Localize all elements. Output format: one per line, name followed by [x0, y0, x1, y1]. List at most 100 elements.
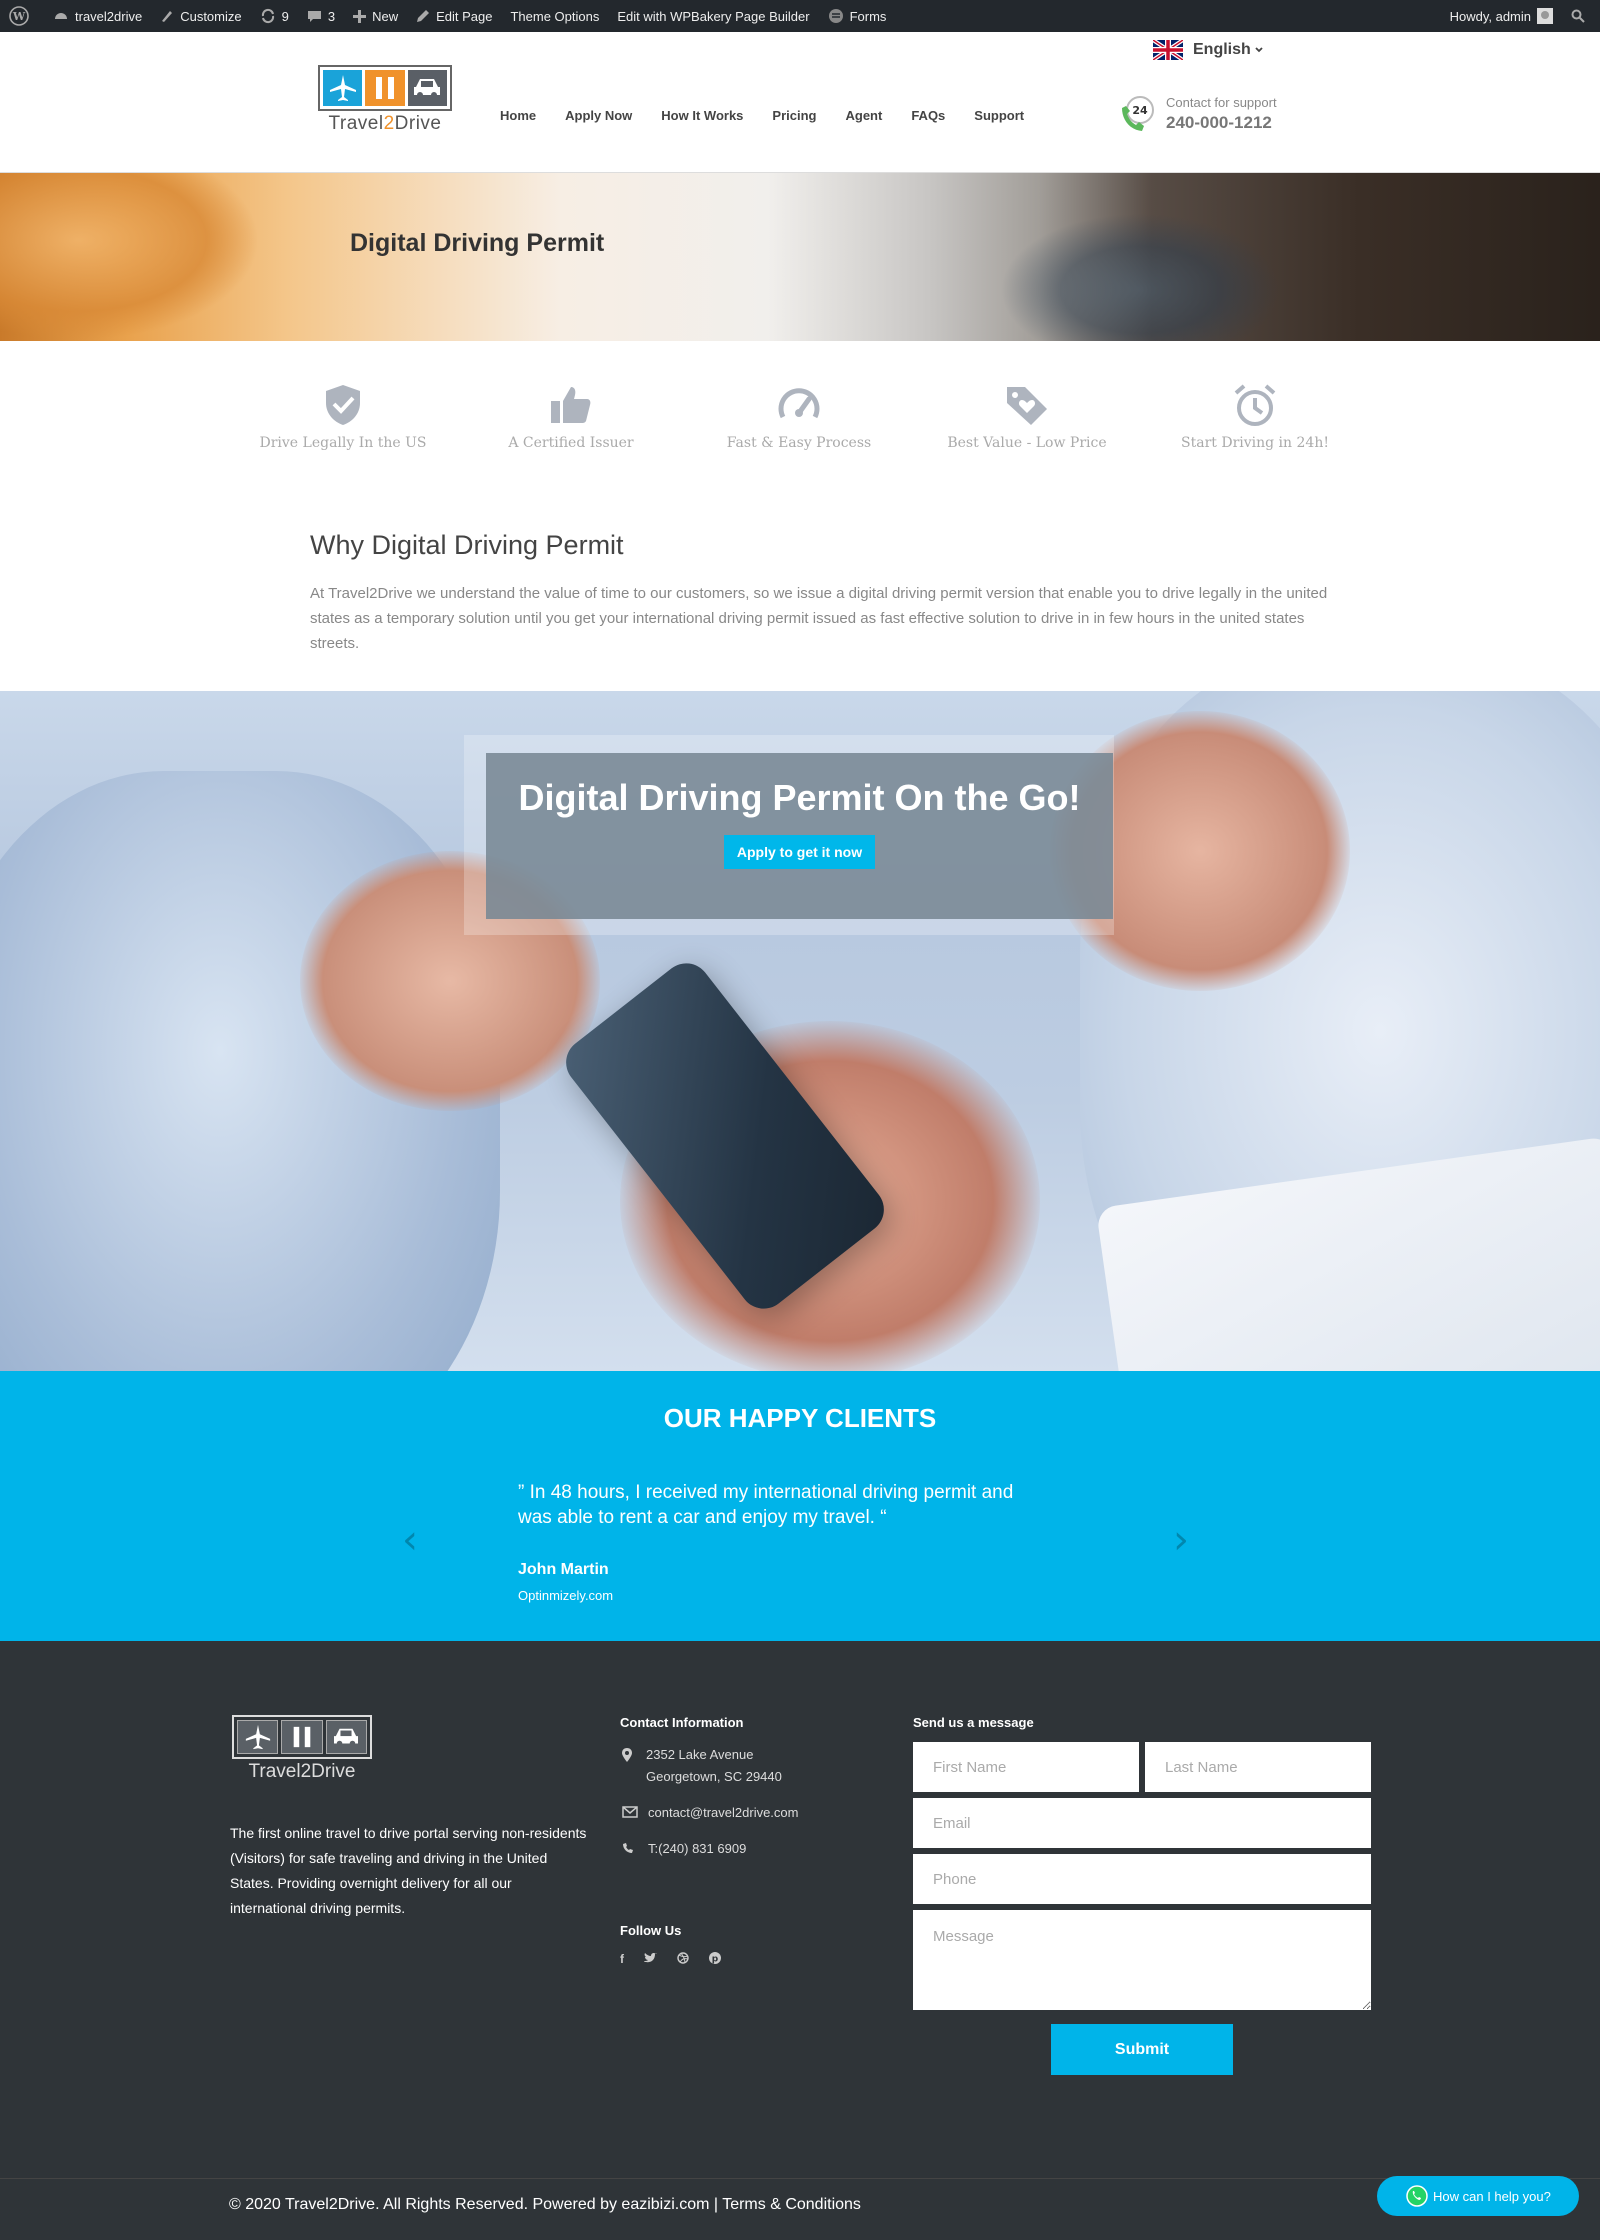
updates-count: 9 [281, 8, 289, 24]
first-name-field[interactable] [913, 1742, 1139, 1792]
avatar [1537, 8, 1553, 24]
wordpress-logo-button[interactable]: W [0, 0, 44, 32]
comments-button[interactable]: 3 [298, 0, 344, 32]
admin-search-button[interactable] [1562, 0, 1600, 32]
site-name-label: travel2drive [75, 8, 143, 24]
plane-icon [237, 1720, 279, 1754]
testimonials-heading: OUR HAPPY CLIENTS [663, 1403, 937, 1433]
thumbs-up-icon [551, 387, 591, 423]
follow-heading: Follow Us [620, 1923, 682, 1938]
support-label: Contact for support [1166, 95, 1277, 110]
address-line1: 2352 Lake Avenue [646, 1747, 754, 1762]
forms-button[interactable]: Forms [819, 0, 896, 32]
page-title: Digital Driving Permit [350, 229, 605, 257]
nav-faqs[interactable]: FAQs [911, 108, 945, 123]
comments-count: 3 [327, 8, 336, 24]
theme-options-button[interactable]: Theme Options [501, 0, 608, 32]
site-header: Travel2Drive Home Apply Now How It Works… [0, 32, 1600, 173]
whatsapp-chat-button[interactable]: How can I help you? [1377, 2176, 1579, 2216]
svg-text:W: W [12, 10, 26, 23]
email-row: contact@travel2drive.com [620, 1802, 880, 1824]
contact-form: Send us a message Submit [913, 1715, 1371, 2075]
logo-wordmark: Travel2Drive [328, 113, 442, 134]
feature-item: Start Driving in 24h! [1155, 383, 1355, 451]
testimonials-section: OUR HAPPY CLIENTS ‹ ” In 48 hours, I rec… [0, 1371, 1600, 1641]
phone-field[interactable] [913, 1854, 1371, 1904]
cta-box: Digital Driving Permit On the Go! Apply … [486, 753, 1113, 919]
nav-how-it-works[interactable]: How It Works [661, 108, 743, 123]
language-switcher[interactable]: English [1153, 40, 1264, 60]
contact-phone[interactable]: T:(240) 831 6909 [648, 1838, 746, 1860]
testimonial-author: John Martin [518, 1561, 609, 1578]
car-icon [325, 1720, 367, 1754]
wordpress-icon: W [9, 6, 29, 26]
search-icon [1571, 9, 1585, 23]
alarm-clock-icon [1234, 384, 1276, 426]
site-name-button[interactable]: travel2drive [44, 0, 151, 32]
twitter-icon[interactable] [644, 1952, 657, 1967]
feature-item: Best Value - Low Price [927, 383, 1127, 451]
nav-agent[interactable]: Agent [845, 108, 882, 123]
footer-contact: Contact Information 2352 Lake Avenue Geor… [620, 1715, 880, 1860]
features-row: Drive Legally In the US A Certified Issu… [0, 341, 1600, 491]
nav-home[interactable]: Home [500, 108, 536, 123]
support-phone[interactable]: 240-000-1212 [1166, 113, 1277, 133]
new-content-button[interactable]: New [344, 0, 407, 32]
support-badge: 24 [1132, 104, 1148, 117]
language-label: English [1193, 41, 1251, 58]
support-contact: 24 Contact for support 240-000-1212 [1118, 94, 1277, 134]
why-heading: Why Digital Driving Permit [310, 530, 624, 560]
last-name-field[interactable] [1145, 1742, 1371, 1792]
phone-24-icon: 24 [1122, 96, 1154, 131]
form-heading: Send us a message [913, 1715, 1034, 1730]
edit-page-button[interactable]: Edit Page [407, 0, 501, 32]
site-logo[interactable]: Travel2Drive [318, 65, 452, 137]
message-field[interactable] [913, 1910, 1371, 2010]
mobile-permit-section: Digital Driving Permit On the Go! Apply … [0, 691, 1600, 1371]
follow-us: Follow Us f p [620, 1923, 741, 1967]
address-row: 2352 Lake Avenue Georgetown, SC 29440 [620, 1744, 880, 1788]
dribbble-icon[interactable] [677, 1952, 689, 1967]
footer-logo[interactable]: Travel2Drive [232, 1715, 372, 1783]
copyright-text: © 2020 Travel2Drive. All Rights Reserved… [229, 2196, 861, 2213]
whatsapp-icon [1406, 2185, 1428, 2207]
contact-heading: Contact Information [620, 1715, 744, 1730]
chevron-down-icon [1255, 47, 1263, 53]
map-pin-icon [622, 1748, 632, 1762]
apply-button[interactable]: Apply to get it now [723, 835, 876, 869]
feature-label: Drive Legally In the US [259, 435, 427, 451]
email-field[interactable] [913, 1798, 1371, 1848]
facebook-icon[interactable]: f [620, 1952, 624, 1967]
forms-icon [828, 9, 843, 23]
contact-email[interactable]: contact@travel2drive.com [648, 1802, 798, 1824]
comment-icon [307, 10, 321, 22]
updates-button[interactable]: 9 [251, 0, 298, 32]
next-testimonial-button[interactable]: › [1173, 1517, 1189, 1563]
account-button[interactable]: Howdy, admin [1441, 0, 1562, 32]
footer-bottom-bar: © 2020 Travel2Drive. All Rights Reserved… [0, 2178, 1600, 2240]
forms-label: Forms [849, 8, 887, 24]
customize-label: Customize [180, 8, 242, 24]
wpbakery-button[interactable]: Edit with WPBakery Page Builder [608, 0, 818, 32]
testimonial-company: Optinmizely.com [518, 1588, 614, 1603]
whatsapp-label: How can I help you? [1433, 2188, 1551, 2204]
testimonial-quote: ” In 48 hours, I received my internation… [518, 1482, 1014, 1528]
speedometer-icon [778, 388, 820, 419]
svg-text:p: p [712, 1955, 719, 1965]
nav-apply-now[interactable]: Apply Now [565, 108, 632, 123]
prev-testimonial-button[interactable]: ‹ [402, 1517, 418, 1563]
road-icon [281, 1720, 323, 1754]
envelope-icon [622, 1806, 638, 1818]
brush-icon [162, 11, 173, 22]
howdy-label: Howdy, admin [1449, 8, 1531, 24]
feature-label: Best Value - Low Price [947, 435, 1107, 451]
nav-pricing[interactable]: Pricing [772, 108, 816, 123]
submit-button[interactable]: Submit [1051, 2024, 1233, 2075]
edit-page-label: Edit Page [436, 8, 493, 24]
nav-support[interactable]: Support [974, 108, 1024, 123]
feature-label: Fast & Easy Process [726, 435, 872, 451]
pinterest-icon[interactable]: p [709, 1952, 721, 1967]
footer-about: The first online travel to drive portal … [230, 1825, 587, 1916]
why-section: Why Digital Driving Permit At Travel2Dri… [310, 530, 1350, 656]
customize-button[interactable]: Customize [151, 0, 250, 32]
